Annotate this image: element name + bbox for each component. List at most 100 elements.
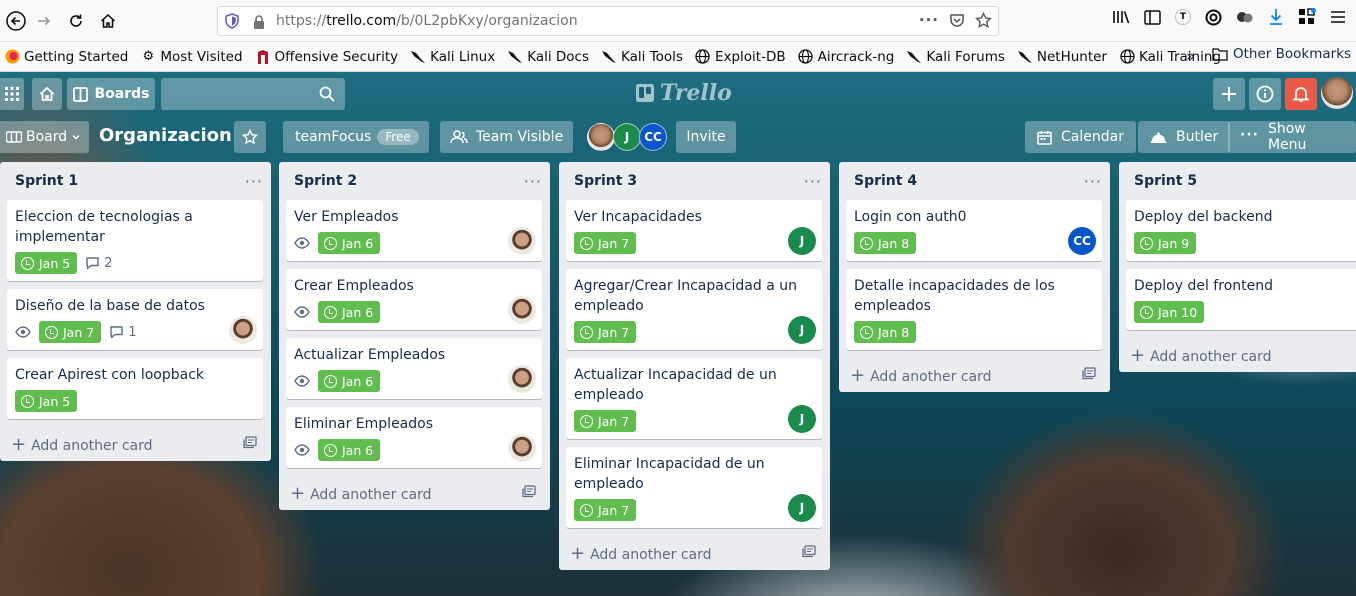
- bookmark-kali-forums[interactable]: Kali Forums: [906, 49, 1005, 65]
- forward-button[interactable]: [28, 5, 60, 37]
- list-menu-dots-icon[interactable]: ···: [524, 172, 542, 191]
- extensions-grid-icon[interactable]: [1298, 8, 1316, 26]
- calendar-button[interactable]: Calendar: [1025, 121, 1136, 153]
- apps-button[interactable]: [0, 78, 24, 110]
- card-member-avatar[interactable]: [508, 434, 536, 462]
- bookmark-kali-docs[interactable]: Kali Docs: [507, 49, 589, 65]
- due-date-badge[interactable]: Jan 6: [318, 370, 381, 392]
- bookmark-nethunter[interactable]: NetHunter: [1017, 49, 1107, 65]
- card[interactable]: Eleccion de tecnologias a implementar Jan…: [7, 200, 263, 281]
- card[interactable]: Deploy del backend Jan 9: [1126, 200, 1356, 261]
- add-card-button[interactable]: + Add another card: [839, 358, 1110, 392]
- home-nav-button[interactable]: [32, 78, 62, 110]
- card-template-icon[interactable]: [243, 435, 257, 453]
- library-icon[interactable]: [1112, 9, 1130, 25]
- board-view-switcher[interactable]: Board: [0, 121, 90, 153]
- bookmark-exploit-db[interactable]: Exploit-DB: [695, 49, 786, 65]
- list-menu-dots-icon[interactable]: ···: [245, 172, 263, 191]
- card-member-avatar[interactable]: [229, 316, 257, 344]
- card[interactable]: Deploy del frontend Jan 10: [1126, 269, 1356, 330]
- notifications-button[interactable]: [1285, 78, 1317, 110]
- bookmark-offensive-security[interactable]: Offensive Security: [255, 49, 398, 65]
- visibility-button[interactable]: Team Visible: [440, 121, 574, 153]
- due-date-badge[interactable]: Jan 6: [318, 232, 381, 254]
- bookmark-kali-training[interactable]: Kali Training: [1119, 49, 1221, 65]
- card[interactable]: Ver Incapacidades Jan 7 J: [566, 200, 822, 261]
- list-menu-dots-icon[interactable]: ···: [1084, 172, 1102, 191]
- card-member-cc[interactable]: CC: [1068, 227, 1096, 255]
- sidebar-icon[interactable]: [1144, 9, 1161, 25]
- bookmark-star-icon[interactable]: [975, 11, 992, 29]
- list-title[interactable]: Sprint 3: [574, 173, 637, 189]
- invite-button[interactable]: Invite: [676, 121, 736, 153]
- team-button[interactable]: teamFocus Free: [283, 121, 429, 153]
- info-button[interactable]: [1249, 78, 1281, 110]
- user-avatar[interactable]: [1321, 77, 1353, 109]
- boards-button[interactable]: Boards: [67, 78, 155, 110]
- list-title[interactable]: Sprint 1: [15, 173, 78, 189]
- card-member-avatar[interactable]: [508, 365, 536, 393]
- bookmark-kali-linux[interactable]: Kali Linux: [410, 49, 495, 65]
- pocket-icon[interactable]: [949, 12, 965, 28]
- due-date-badge[interactable]: Jan 7: [574, 499, 637, 521]
- home-button[interactable]: [92, 5, 124, 37]
- add-card-button[interactable]: + Add another card: [1119, 338, 1356, 372]
- card[interactable]: Login con auth0 Jan 8 CC: [846, 200, 1102, 261]
- due-date-badge[interactable]: Jan 8: [854, 321, 917, 343]
- card[interactable]: Actualizar Empleados Jan 6: [286, 338, 542, 399]
- due-date-badge[interactable]: Jan 8: [854, 232, 917, 254]
- board-title[interactable]: Organizacion: [99, 125, 232, 146]
- due-date-badge[interactable]: Jan 7: [39, 321, 102, 343]
- card[interactable]: Ver Empleados Jan 6: [286, 200, 542, 261]
- card[interactable]: Detalle incapacidades de los empleados Ja…: [846, 269, 1102, 350]
- add-card-button[interactable]: + Add another card: [559, 536, 830, 570]
- search-input[interactable]: [161, 78, 345, 110]
- due-date-badge[interactable]: Jan 5: [15, 390, 78, 412]
- due-date-badge[interactable]: Jan 6: [318, 301, 381, 323]
- due-date-badge[interactable]: Jan 5: [15, 252, 78, 274]
- card-member-j[interactable]: J: [788, 227, 816, 255]
- butler-button[interactable]: Butler: [1138, 121, 1231, 153]
- due-date-badge[interactable]: Jan 7: [574, 232, 637, 254]
- card[interactable]: Diseño de la base de datos Jan 7 1: [7, 289, 263, 350]
- create-button[interactable]: [1213, 78, 1245, 110]
- bookmark-most-visited[interactable]: ⚙ Most Visited: [140, 49, 243, 65]
- card-member-j[interactable]: J: [788, 405, 816, 433]
- card[interactable]: Eliminar Incapacidad de un empleado Jan 7…: [566, 447, 822, 528]
- card[interactable]: Eliminar Empleados Jan 6: [286, 407, 542, 468]
- bookmark-getting-started[interactable]: Getting Started: [4, 49, 128, 65]
- card[interactable]: Agregar/Crear Incapacidad a un empleado J…: [566, 269, 822, 350]
- due-date-badge[interactable]: Jan 6: [318, 439, 381, 461]
- url-text[interactable]: https://trello.com/b/0L2pbKxy/organizaci…: [276, 13, 578, 29]
- board-member-j[interactable]: J: [613, 123, 641, 151]
- due-date-badge[interactable]: Jan 7: [574, 410, 637, 432]
- trello-logo[interactable]: Trello: [636, 80, 732, 106]
- card-template-icon[interactable]: [802, 544, 816, 562]
- lock-icon[interactable]: [252, 14, 266, 30]
- due-date-badge[interactable]: Jan 7: [574, 321, 637, 343]
- card[interactable]: Crear Empleados Jan 6: [286, 269, 542, 330]
- star-board-button[interactable]: [234, 121, 266, 153]
- translate-extension-icon[interactable]: T: [1175, 9, 1191, 25]
- other-bookmarks[interactable]: Other Bookmarks: [1212, 46, 1351, 62]
- add-card-button[interactable]: + Add another card: [0, 427, 271, 461]
- board-member-cc[interactable]: CC: [639, 123, 667, 151]
- due-date-badge[interactable]: Jan 10: [1134, 301, 1205, 323]
- tracking-shield-icon[interactable]: [224, 13, 240, 29]
- card-template-icon[interactable]: [522, 484, 536, 502]
- bookmark-aircrack-ng[interactable]: Aircrack-ng: [798, 49, 894, 65]
- list-menu-dots-icon[interactable]: ···: [804, 172, 822, 191]
- reload-button[interactable]: [60, 5, 92, 37]
- downloads-icon[interactable]: [1268, 8, 1284, 26]
- card-template-icon[interactable]: [1082, 366, 1096, 384]
- list-title[interactable]: Sprint 4: [854, 173, 917, 189]
- card-member-j[interactable]: J: [788, 316, 816, 344]
- show-menu-button[interactable]: ··· Show Menu: [1228, 121, 1356, 153]
- card-member-j[interactable]: J: [788, 494, 816, 522]
- card-member-avatar[interactable]: [508, 227, 536, 255]
- bookmark-kali-tools[interactable]: Kali Tools: [601, 49, 683, 65]
- card[interactable]: Crear Apirest con loopback Jan 5: [7, 358, 263, 419]
- more-bookmarks-chevron-icon[interactable]: »: [1186, 47, 1195, 65]
- url-bar[interactable]: https://trello.com/b/0L2pbKxy/organizaci…: [217, 6, 999, 36]
- due-date-badge[interactable]: Jan 9: [1134, 232, 1197, 254]
